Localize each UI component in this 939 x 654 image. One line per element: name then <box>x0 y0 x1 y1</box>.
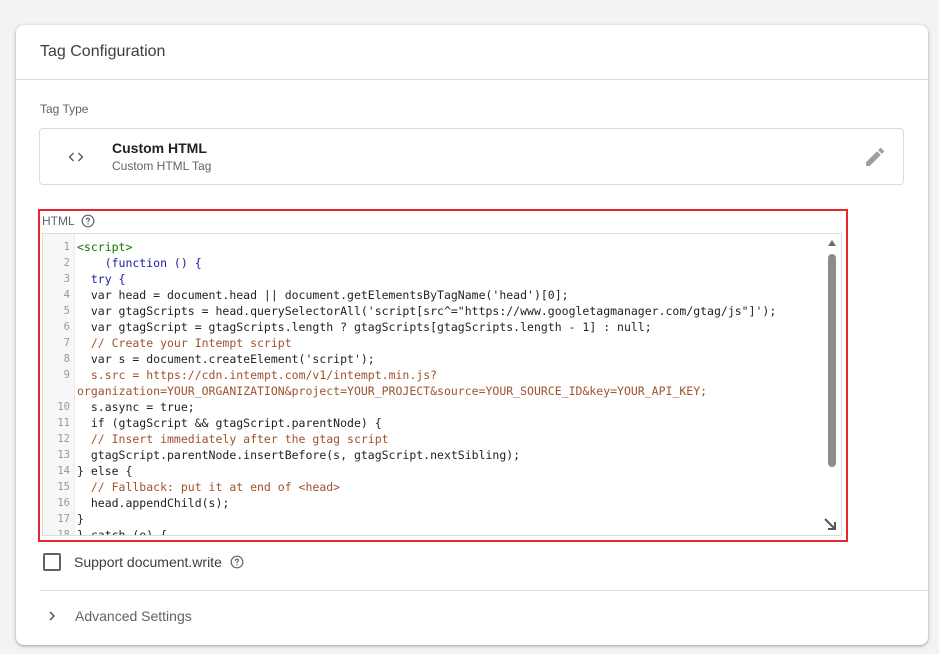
code-line: 16 head.appendChild(s); <box>43 495 841 511</box>
code-line: 5 var gtagScripts = head.querySelectorAl… <box>43 303 841 319</box>
support-document-write-checkbox[interactable] <box>43 553 61 571</box>
code-line: 3 try { <box>43 271 841 287</box>
line-number: 17 <box>57 513 70 525</box>
code-text: (function () { <box>77 256 202 270</box>
line-number: 12 <box>57 433 70 445</box>
code-text: var s = document.createElement('script')… <box>77 352 375 366</box>
code-text: // Fallback: put it at end of <head> <box>77 480 341 494</box>
code-text: var head = document.head || document.get… <box>77 288 569 302</box>
code-line: 9 s.src = https://cdn.intempt.com/v1/int… <box>43 367 841 399</box>
code-line: 12 // Insert immediately after the gtag … <box>43 431 841 447</box>
code-text: // Create your Intempt script <box>77 336 292 350</box>
code-text: head.appendChild(s); <box>77 496 230 510</box>
editor-scrollbar[interactable] <box>827 238 837 488</box>
support-document-write-row: Support document.write <box>43 553 244 571</box>
code-text: <script> <box>77 240 133 254</box>
line-number: 5 <box>63 305 70 317</box>
help-icon[interactable] <box>230 555 244 569</box>
pencil-icon[interactable] <box>863 145 887 169</box>
code-text: // Insert immediately after the gtag scr… <box>77 432 389 446</box>
chevron-right-icon <box>49 611 56 621</box>
code-text: gtagScript.parentNode.insertBefore(s, gt… <box>77 448 521 462</box>
code-line: 4 var head = document.head || document.g… <box>43 287 841 303</box>
html-label-row: HTML <box>42 214 95 228</box>
line-number: 10 <box>57 401 70 413</box>
card-title: Tag Configuration <box>40 43 166 60</box>
html-code-editor[interactable]: 1 <script> 2 (function () { 3 try { 4 var… <box>42 233 842 536</box>
code-line: 10 s.async = true; <box>43 399 841 415</box>
line-number: 4 <box>63 289 70 301</box>
line-number: 11 <box>57 417 70 429</box>
code-line: 8 var s = document.createElement('script… <box>43 351 841 367</box>
line-number: 2 <box>63 257 70 269</box>
code-line: 15 // Fallback: put it at end of <head> <box>43 479 841 495</box>
line-number: 1 <box>63 241 70 253</box>
html-field-highlight: HTML 1 <script> 2 (function () { 3 try { … <box>38 209 848 542</box>
advanced-settings-label: Advanced Settings <box>75 608 192 624</box>
line-number: 14 <box>57 465 70 477</box>
line-number: 7 <box>63 337 70 349</box>
code-line: 18 } catch (e) { <box>43 527 841 536</box>
code-text: if (gtagScript && gtagScript.parentNode)… <box>77 416 382 430</box>
line-number: 3 <box>63 273 70 285</box>
section-divider <box>40 590 928 591</box>
help-icon[interactable] <box>81 214 95 228</box>
advanced-settings-toggle[interactable]: Advanced Settings <box>46 608 192 624</box>
code-line: 14 } else { <box>43 463 841 479</box>
line-number: 6 <box>63 321 70 333</box>
code-content[interactable]: 1 <script> 2 (function () { 3 try { 4 var… <box>43 239 841 536</box>
tag-configuration-card: Tag Configuration Tag Type Custom HTML C… <box>16 25 928 645</box>
code-brackets-icon <box>68 152 84 162</box>
scroll-thumb[interactable] <box>828 254 836 467</box>
code-line: 7 // Create your Intempt script <box>43 335 841 351</box>
line-number: 15 <box>57 481 70 493</box>
line-number: 18 <box>57 529 70 536</box>
tag-type-name: Custom HTML <box>112 140 207 156</box>
line-number: 8 <box>63 353 70 365</box>
support-document-write-label: Support document.write <box>74 554 222 570</box>
code-line: 13 gtagScript.parentNode.insertBefore(s,… <box>43 447 841 463</box>
code-text: } catch (e) { <box>77 528 168 536</box>
html-label: HTML <box>42 214 75 228</box>
code-text: s.async = true; <box>77 400 195 414</box>
line-number: 13 <box>57 449 70 461</box>
tag-type-description: Custom HTML Tag <box>112 159 212 173</box>
line-number: 9 <box>63 369 70 381</box>
card-header: Tag Configuration <box>16 25 928 80</box>
tag-type-selector[interactable]: Custom HTML Custom HTML Tag <box>39 128 904 185</box>
code-line: 11 if (gtagScript && gtagScript.parentNo… <box>43 415 841 431</box>
code-text: } else { <box>77 464 133 478</box>
code-line: 6 var gtagScript = gtagScripts.length ? … <box>43 319 841 335</box>
resize-handle-icon[interactable] <box>822 516 838 532</box>
code-text: } <box>77 512 84 526</box>
code-line: 2 (function () { <box>43 255 841 271</box>
line-number: 16 <box>57 497 70 509</box>
code-text: s.src = https://cdn.intempt.com/v1/intem… <box>77 368 708 398</box>
scroll-up-arrow-icon[interactable] <box>827 238 837 248</box>
tag-type-label: Tag Type <box>40 102 89 116</box>
code-text: var gtagScript = gtagScripts.length ? gt… <box>77 320 652 334</box>
code-line: 1 <script> <box>43 239 841 255</box>
code-text: try { <box>77 272 126 286</box>
code-line: 17} <box>43 511 841 527</box>
code-text: var gtagScripts = head.querySelectorAll(… <box>77 304 777 318</box>
